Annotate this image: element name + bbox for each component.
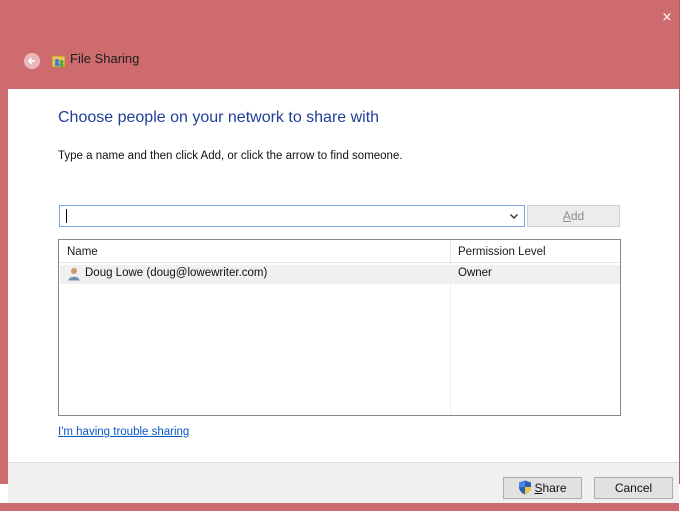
close-icon[interactable]: × (662, 10, 673, 25)
close-button[interactable]: × (656, 8, 678, 28)
window-bottom-border (0, 503, 679, 511)
cancel-button[interactable]: Cancel (594, 477, 673, 499)
sharing-list[interactable]: Name Permission Level Doug Lowe (doug@lo… (58, 239, 621, 416)
add-button-accel: A (562, 209, 571, 223)
row-permission[interactable]: Owner (458, 267, 492, 279)
page-title: Choose people on your network to share w… (58, 109, 380, 126)
window-title: File Sharing (70, 51, 140, 66)
row-name: Doug Lowe (doug@lowewriter.com) (85, 267, 268, 279)
column-divider (450, 263, 451, 415)
share-label-suffix: hare (542, 481, 567, 495)
back-arrow-icon[interactable] (24, 53, 40, 69)
column-header-permission[interactable]: Permission Level (451, 240, 620, 263)
name-combobox[interactable] (59, 205, 525, 227)
add-button-label-suffix: dd (570, 209, 585, 223)
trouble-sharing-link[interactable]: I'm having trouble sharing (58, 426, 189, 438)
table-row[interactable]: Doug Lowe (doug@lowewriter.com) Owner (60, 265, 620, 284)
share-button[interactable]: Share (503, 477, 582, 499)
file-sharing-icon (51, 55, 66, 68)
name-input[interactable] (62, 207, 506, 227)
uac-shield-icon (519, 480, 532, 495)
instruction-text: Type a name and then click Add, or click… (58, 150, 403, 162)
column-header-name[interactable]: Name (59, 240, 451, 263)
user-icon (68, 268, 80, 281)
add-button[interactable]: Add (527, 205, 620, 227)
text-caret (66, 209, 67, 223)
chevron-down-icon[interactable] (507, 209, 521, 223)
back-button[interactable] (24, 53, 40, 69)
dialog-content: Choose people on your network to share w… (8, 89, 679, 462)
